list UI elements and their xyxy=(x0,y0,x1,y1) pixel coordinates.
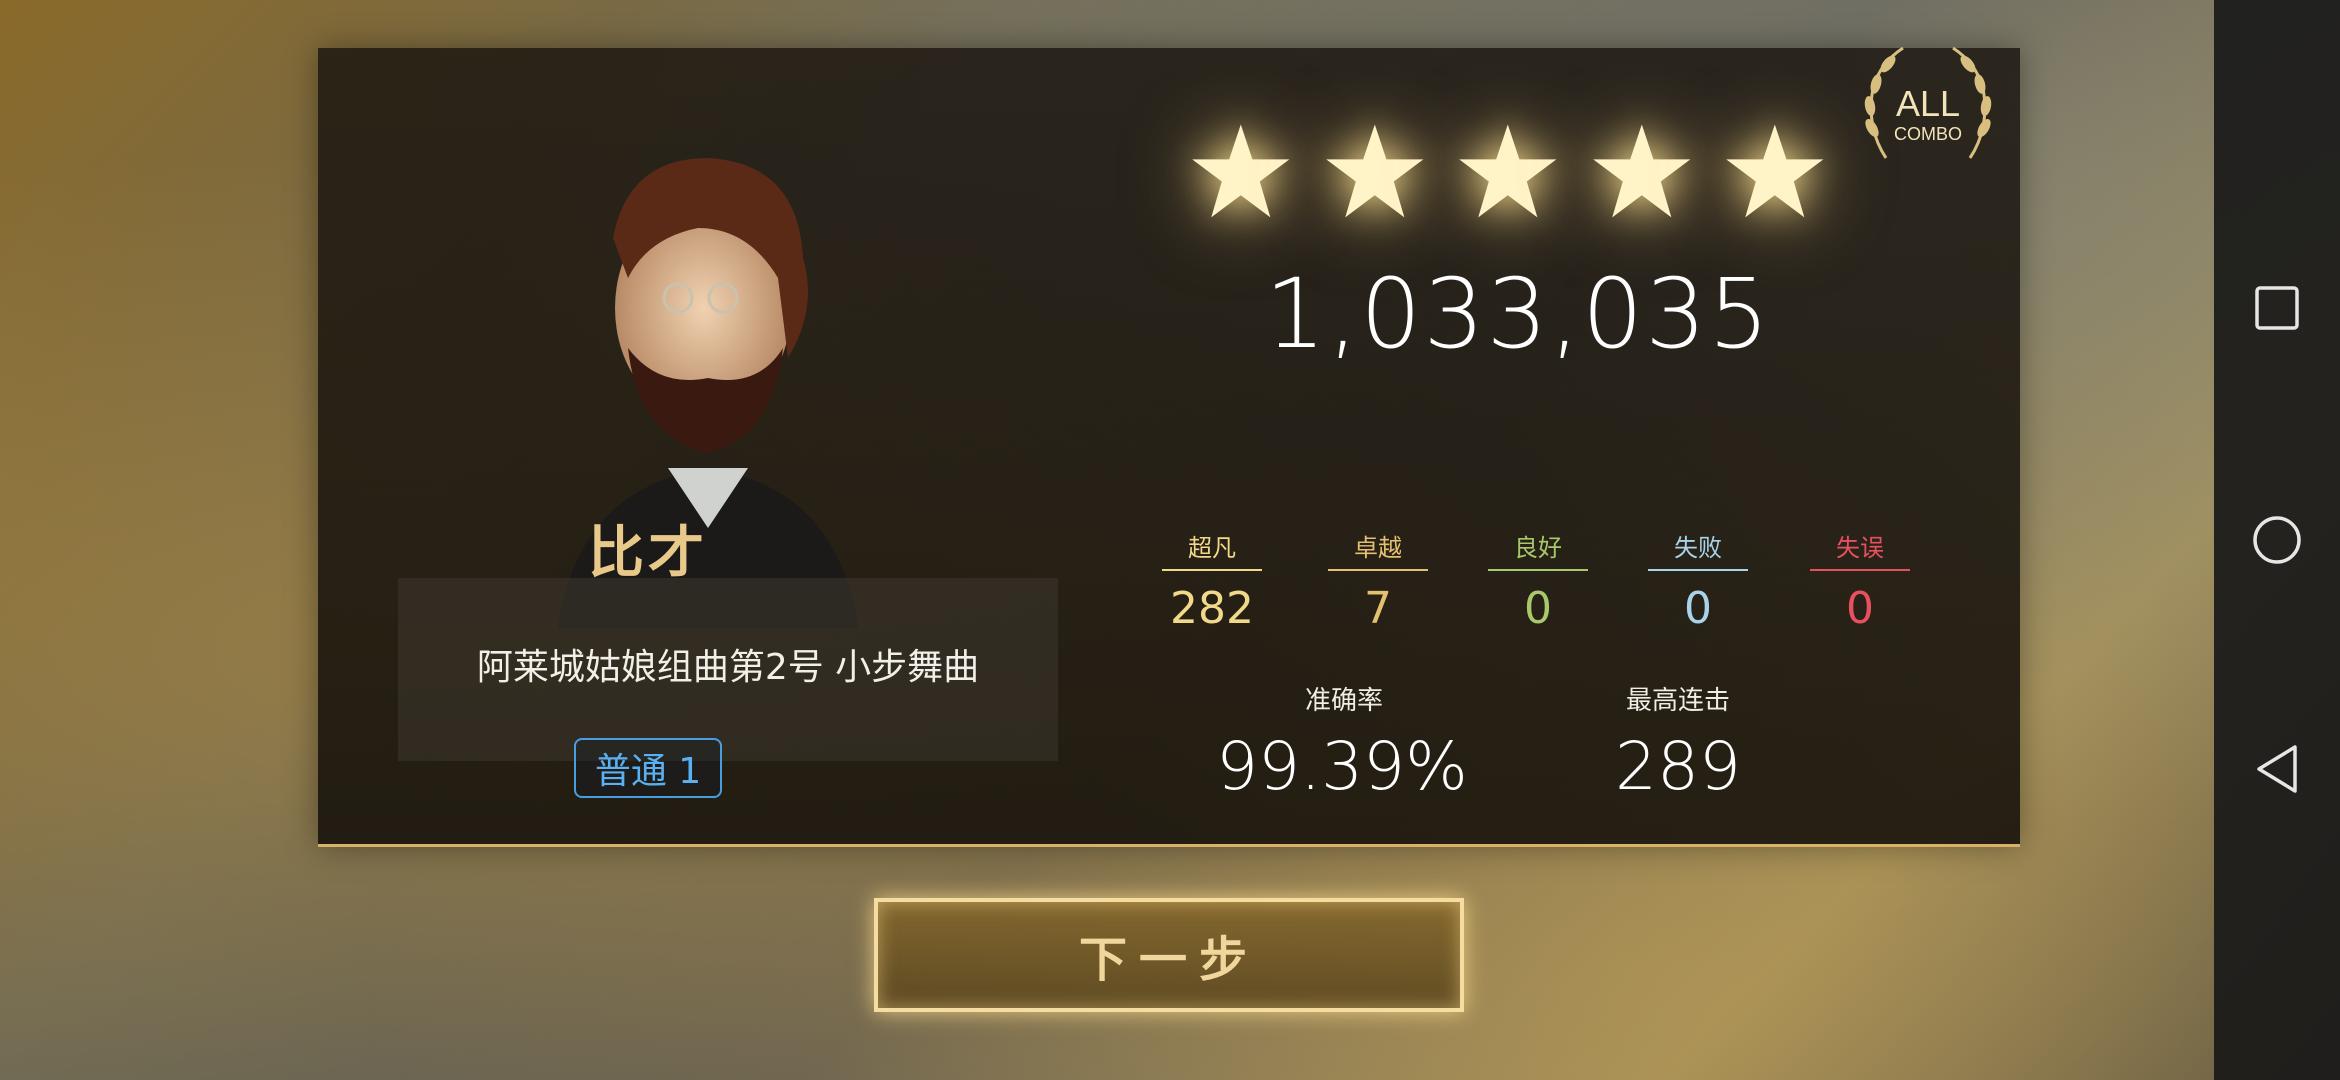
judgement-excellent: 卓越 7 xyxy=(1308,528,1448,634)
star-icon xyxy=(1325,124,1423,218)
recent-apps-button[interactable] xyxy=(2237,268,2317,348)
star-rating xyxy=(1188,118,1828,238)
judgement-count: 0 xyxy=(1684,583,1712,634)
judgement-label: 良好 xyxy=(1488,528,1588,571)
square-icon xyxy=(2255,286,2299,330)
composer-name: 比才 xyxy=(588,521,708,586)
star-icon xyxy=(1726,124,1824,218)
score-value: 1,033,035 xyxy=(1264,258,1772,370)
next-step-button[interactable]: 下一步 xyxy=(874,898,1464,1012)
judgement-label: 失误 xyxy=(1810,528,1910,571)
judgement-perfect: 超凡 282 xyxy=(1142,528,1282,634)
star-icon xyxy=(1192,124,1290,218)
system-nav-bar xyxy=(2214,0,2340,1080)
all-combo-laurel-badge: ALL COMBO xyxy=(1864,46,1992,159)
star-icon xyxy=(1593,124,1691,218)
difficulty-badge: 普通 1 xyxy=(574,738,722,798)
accuracy-value: 99.39% xyxy=(1216,728,1468,805)
judgement-good: 良好 0 xyxy=(1468,528,1608,634)
judgement-miss: 失误 0 xyxy=(1790,528,1930,634)
all-combo-line1: ALL xyxy=(1896,83,1960,124)
star-icon xyxy=(1459,124,1557,218)
result-panel: 比才 阿莱城姑娘组曲第2号 小步舞曲 普通 1 1,033,035 ALL CO… xyxy=(318,46,2020,847)
judgement-label: 失败 xyxy=(1648,528,1748,571)
all-combo-line2: COMBO xyxy=(1894,124,1962,144)
judgement-label: 超凡 xyxy=(1162,528,1262,571)
judgement-count: 282 xyxy=(1170,583,1254,634)
back-button[interactable] xyxy=(2237,729,2317,809)
judgement-count: 0 xyxy=(1524,583,1552,634)
max-combo-value: 289 xyxy=(1615,728,1741,805)
song-title: 阿莱城姑娘组曲第2号 小步舞曲 xyxy=(476,647,980,688)
back-triangle-icon xyxy=(2257,745,2297,793)
judgement-label: 卓越 xyxy=(1328,528,1428,571)
max-combo-label: 最高连击 xyxy=(1625,686,1730,716)
judgement-count: 0 xyxy=(1846,583,1874,634)
judgement-fail: 失败 0 xyxy=(1628,528,1768,634)
song-info-box: 阿莱城姑娘组曲第2号 小步舞曲 xyxy=(398,578,1058,761)
judgement-count: 7 xyxy=(1364,583,1392,634)
circle-icon xyxy=(2253,516,2301,564)
home-button[interactable] xyxy=(2237,500,2317,580)
accuracy-label: 准确率 xyxy=(1304,686,1383,716)
